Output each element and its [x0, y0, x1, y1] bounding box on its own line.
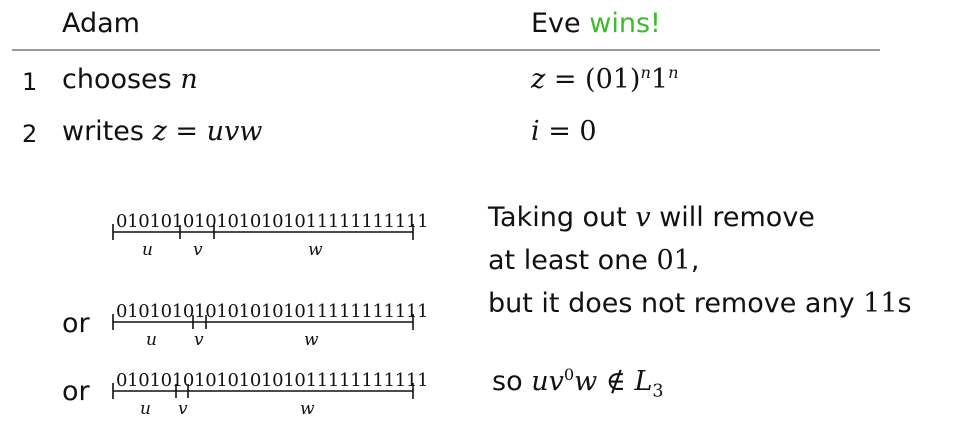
row-1-eve: z = (01)n1n	[531, 64, 679, 95]
row-2-i: i	[531, 116, 540, 147]
concl-w: w	[574, 366, 598, 397]
row-1-exp1: n	[640, 63, 651, 82]
row-1-one: 1	[650, 64, 669, 95]
expl-1b: will remove	[659, 202, 815, 233]
split-1-v: v	[193, 240, 203, 260]
row-2-i-eq: = 0	[539, 116, 597, 147]
row-1-eq: =	[545, 64, 586, 95]
row-2-eq: =	[166, 116, 207, 147]
row-1-pair: (01)	[585, 64, 641, 95]
header-eve-label: Eve	[531, 8, 581, 39]
split-1-u: u	[142, 240, 153, 260]
concl-L: L	[634, 366, 653, 397]
header-adam: Adam	[62, 8, 140, 39]
row-2-uvw: uvw	[206, 116, 263, 147]
header-eve: Eve wins!	[531, 8, 661, 39]
row-2-action: writes	[62, 116, 144, 147]
split-1-brackets	[112, 224, 414, 240]
split-diagram-1: 0101010101010101011111111111 u v w	[108, 207, 429, 267]
split-2-w: w	[304, 330, 319, 350]
row-1-z: z	[531, 64, 546, 95]
row-2-adam: writes z = uvw	[62, 116, 262, 147]
concl-uv: uv	[531, 366, 564, 397]
split-3-u: u	[140, 399, 151, 419]
expl-2b: ,	[690, 245, 700, 276]
row-1-exp2: n	[668, 63, 679, 82]
concl-notin: ∉	[605, 366, 626, 397]
split-2-or: or	[62, 308, 90, 339]
expl-3a: but it does not remove any	[488, 288, 855, 319]
split-diagram-2: 0101010101010101011111111111 u v w	[108, 297, 429, 357]
explanation-line-2: at least one 01,	[488, 245, 699, 276]
split-diagram-3: 0101010101010101011111111111 u v w	[108, 366, 429, 426]
row-1-var-n: n	[180, 64, 198, 95]
split-2-v: v	[194, 330, 204, 350]
split-3-or: or	[62, 376, 90, 407]
expl-1a: Taking out	[488, 202, 627, 233]
split-2-u: u	[146, 330, 157, 350]
split-3-v: v	[178, 399, 188, 419]
conclusion: so uv0w ∉ L3	[492, 365, 664, 400]
expl-2a: at least one	[488, 245, 648, 276]
split-1-w: w	[308, 240, 323, 260]
concl-sub: 3	[652, 381, 664, 402]
expl-1-var-v: v	[635, 202, 651, 233]
row-2-eve: i = 0	[531, 116, 597, 147]
expl-3b: s	[897, 288, 912, 319]
split-3-brackets	[112, 383, 414, 399]
expl-2-num: 01	[656, 245, 691, 276]
header-rule	[12, 49, 880, 51]
row-1-adam: chooses n	[62, 64, 198, 95]
explanation-line-3: but it does not remove any 11s	[488, 288, 912, 319]
concl-exp: 0	[563, 365, 575, 384]
row-number-2: 2	[22, 120, 38, 148]
header-wins: wins!	[589, 8, 661, 39]
expl-3-num: 11	[863, 288, 898, 319]
row-1-action: chooses	[62, 64, 172, 95]
split-3-w: w	[300, 399, 315, 419]
row-number-1: 1	[22, 68, 38, 96]
explanation-line-1: Taking out v will remove	[488, 202, 815, 233]
row-2-z: z	[152, 116, 167, 147]
concl-so: so	[492, 366, 523, 397]
